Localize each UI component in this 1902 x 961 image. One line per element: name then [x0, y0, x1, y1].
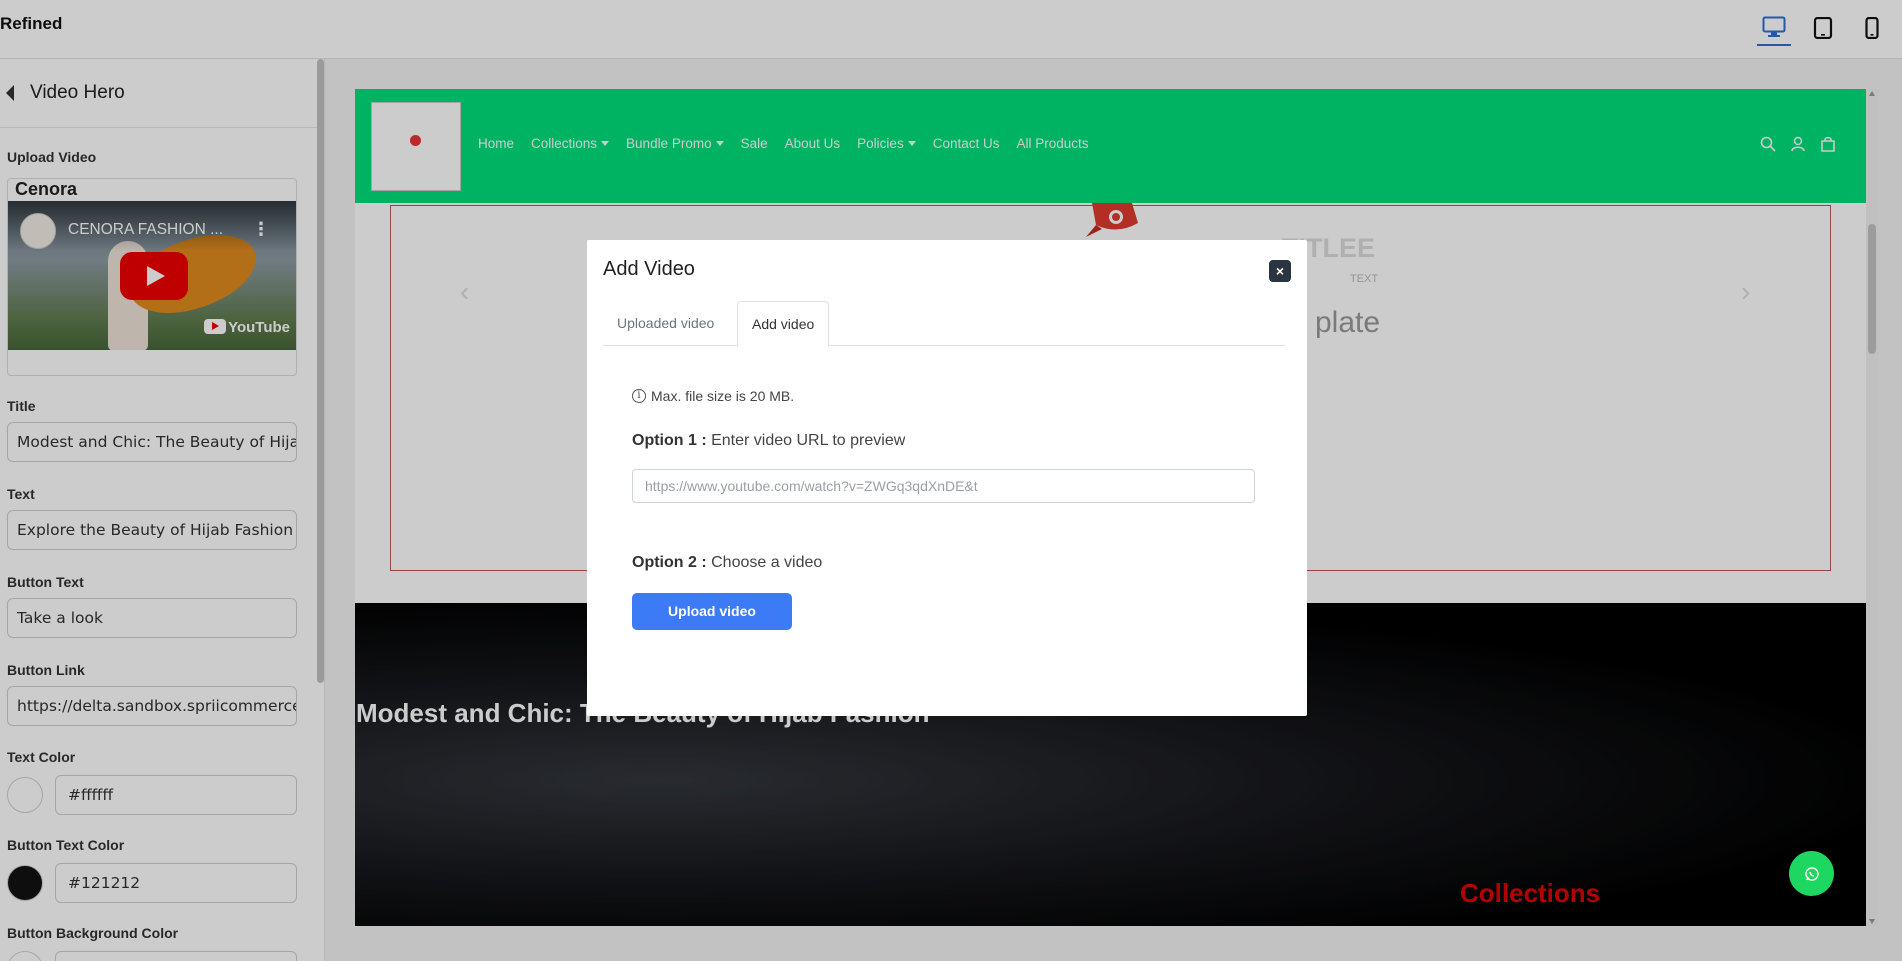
tab-add-video[interactable]: Add video: [737, 301, 830, 347]
whatsapp-chat-button[interactable]: [1789, 851, 1834, 896]
info-icon: i: [632, 389, 646, 403]
close-icon[interactable]: ×: [1269, 260, 1291, 282]
add-video-modal: Add Video × Uploaded video Add video i M…: [587, 240, 1307, 716]
whatsapp-icon: [1804, 866, 1819, 881]
option2-label: Option 2 :: [632, 554, 707, 571]
modal-tabs: Uploaded video Add video: [603, 301, 1285, 347]
video-url-input[interactable]: https://www.youtube.com/watch?v=ZWGq3qdX…: [632, 469, 1255, 503]
modal-title: Add Video: [603, 258, 695, 280]
file-size-info: i Max. file size is 20 MB.: [632, 388, 794, 404]
option2-text: Choose a video: [711, 554, 823, 571]
upload-video-button[interactable]: Upload video: [632, 593, 792, 630]
option1-label: Option 1 :: [632, 432, 707, 449]
option1-heading: Option 1 : Enter video URL to preview: [632, 432, 905, 450]
option2-heading: Option 2 : Choose a video: [632, 554, 822, 572]
option1-text: Enter video URL to preview: [711, 432, 906, 449]
tab-uploaded-video[interactable]: Uploaded video: [603, 301, 728, 346]
file-size-text: Max. file size is 20 MB.: [651, 388, 795, 404]
